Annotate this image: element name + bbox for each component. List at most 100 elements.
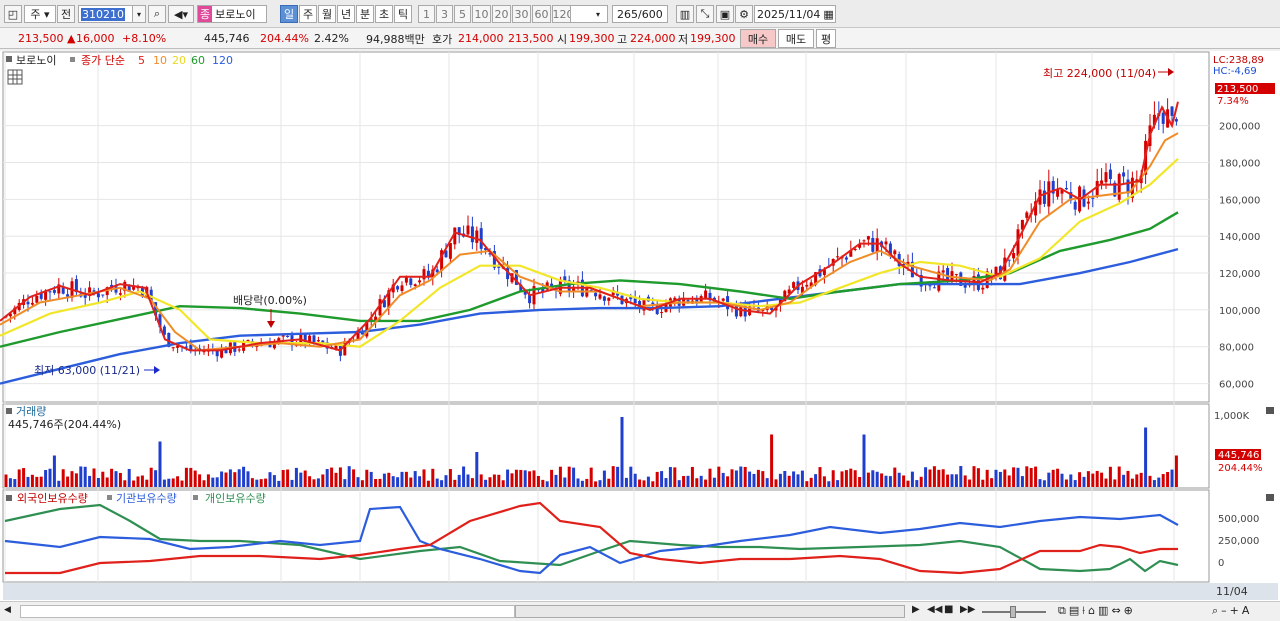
rewind-icon[interactable]: ◀◀ — [927, 604, 942, 615]
holder-menu-icon[interactable] — [6, 495, 12, 501]
volume-bar — [312, 479, 316, 487]
count-input[interactable]: 265/600 — [612, 5, 668, 23]
volume-bar — [616, 466, 620, 487]
scroll-track[interactable] — [20, 605, 515, 618]
candle-body — [215, 350, 219, 357]
volume-panel-close-icon[interactable] — [1266, 407, 1274, 414]
volume-bar — [554, 474, 558, 487]
volume-menu-icon[interactable] — [6, 408, 12, 414]
volume-bar — [1069, 474, 1073, 487]
volume-bar — [717, 466, 721, 487]
speed-slider-handle[interactable] — [1010, 606, 1016, 618]
candle-body — [805, 284, 809, 287]
period-tab-4[interactable]: 분 — [356, 5, 374, 23]
window-menu-icon[interactable]: ◰ — [4, 5, 22, 23]
chart-area[interactable]: 60,000 80,000 100,000 120,000 140,000 160,000… — [0, 51, 1280, 601]
volume-bar — [1157, 477, 1161, 487]
candle-body — [1161, 112, 1165, 124]
scroll-right-icon[interactable]: ▶ — [912, 604, 920, 615]
stock-name-field[interactable]: 종 보로노이 — [197, 5, 267, 23]
period-tab-5[interactable]: 초 — [375, 5, 393, 23]
price-change: 16,000 — [76, 32, 115, 45]
scroll-bar[interactable]: ◀ ▶ ◀◀ ■ ▶▶ ⧉▤⟊⌂▥⇔⊕ ⌕–+A — [0, 601, 1280, 621]
table-view-icon[interactable] — [7, 69, 23, 85]
volume-bar — [888, 476, 892, 487]
volume-bar — [937, 469, 941, 487]
volume-bar — [668, 467, 672, 487]
date-input[interactable]: 2025/11/04 ▦ — [754, 5, 836, 23]
save-icon[interactable]: ▣ — [716, 5, 734, 23]
volume-bar — [932, 466, 936, 487]
candle-body — [171, 347, 175, 349]
stop-icon[interactable]: ■ — [944, 604, 953, 615]
interval-button-5[interactable]: 5 — [454, 5, 471, 23]
volume-bar — [338, 467, 342, 487]
volume-bar — [778, 473, 782, 487]
volume-bar — [422, 469, 426, 487]
count-max: /600 — [638, 7, 663, 21]
volume-bar — [202, 480, 206, 487]
volume-bar — [704, 479, 708, 487]
calendar-icon[interactable]: ▦ — [823, 8, 833, 21]
volume-bar — [840, 471, 844, 487]
chart-tools-icons[interactable]: ⧉▤⟊⌂▥⇔⊕ — [1058, 604, 1136, 618]
holder-panel-close-icon[interactable] — [1266, 494, 1274, 501]
volume-bar — [849, 468, 853, 487]
period-tab-3[interactable]: 년 — [337, 5, 355, 23]
volume-bar — [523, 470, 527, 487]
interval-button-10[interactable]: 10 — [472, 5, 491, 23]
volume-bar — [26, 476, 30, 487]
candle-body — [48, 291, 52, 293]
price-panel-stock: 보로노이 — [16, 54, 56, 67]
volume-last-label: 445,746 — [1218, 450, 1259, 461]
candle-body — [83, 295, 87, 298]
prev-button[interactable]: 전 — [57, 5, 75, 23]
volume-bar — [1152, 480, 1156, 487]
period-tab-1[interactable]: 주 — [299, 5, 317, 23]
volume-bar — [444, 475, 448, 487]
interval-button-60[interactable]: 60 — [532, 5, 551, 23]
volume-bar — [1170, 469, 1174, 487]
buy-button[interactable]: 매수 — [740, 29, 776, 48]
volume-bar — [919, 476, 923, 487]
panel-menu-icon[interactable] — [6, 56, 12, 62]
candle-body — [884, 241, 888, 245]
scroll-thumb[interactable] — [515, 605, 905, 618]
period-tab-6[interactable]: 틱 — [394, 5, 412, 23]
interval-button-20[interactable]: 20 — [492, 5, 511, 23]
volume-bar — [290, 479, 294, 487]
interval-button-30[interactable]: 30 — [512, 5, 531, 23]
volume-bar — [1117, 466, 1121, 487]
interval-button-3[interactable]: 3 — [436, 5, 453, 23]
interval-button-1[interactable]: 1 — [418, 5, 435, 23]
forward-icon[interactable]: ▶▶ — [960, 604, 975, 615]
eval-button[interactable]: 평 — [816, 29, 836, 48]
candle-body — [316, 340, 320, 342]
scroll-left-icon[interactable]: ◀ — [4, 605, 11, 615]
volume-bar — [17, 469, 21, 487]
volume-bar — [910, 471, 914, 487]
draw-tool-icon[interactable]: ⤡ — [696, 5, 714, 23]
volume-bar — [418, 476, 422, 487]
volume-bar — [246, 471, 250, 487]
code-dropdown-icon[interactable]: ▾ — [132, 5, 146, 23]
volume-bar — [884, 475, 888, 487]
period-tab-0[interactable]: 일 — [280, 5, 298, 23]
volume-bar — [897, 472, 901, 487]
volume-bar — [1144, 427, 1148, 487]
volume-bar — [756, 469, 760, 487]
y-tick-label: 120,000 — [1219, 269, 1260, 280]
sell-button[interactable]: 매도 — [778, 29, 814, 48]
interval-select[interactable]: ▾ — [570, 5, 608, 23]
search-icon[interactable]: ⌕ — [148, 5, 166, 23]
candle-type-icon[interactable]: ▥ — [676, 5, 694, 23]
period-main-select[interactable]: 주 ▾ — [24, 5, 56, 23]
speaker-icon[interactable]: ◀▾ — [168, 5, 194, 23]
settings-gear-icon[interactable]: ⚙ — [735, 5, 753, 23]
period-tab-2[interactable]: 월 — [318, 5, 336, 23]
volume-bar — [871, 470, 875, 487]
volume-bar — [303, 470, 307, 487]
zoom-icons[interactable]: ⌕–+A — [1212, 604, 1252, 618]
current-price: 213,500 ▲ — [18, 32, 76, 45]
chart-canvas[interactable]: 60,000 80,000 100,000 120,000 140,000 160,000… — [0, 51, 1280, 601]
